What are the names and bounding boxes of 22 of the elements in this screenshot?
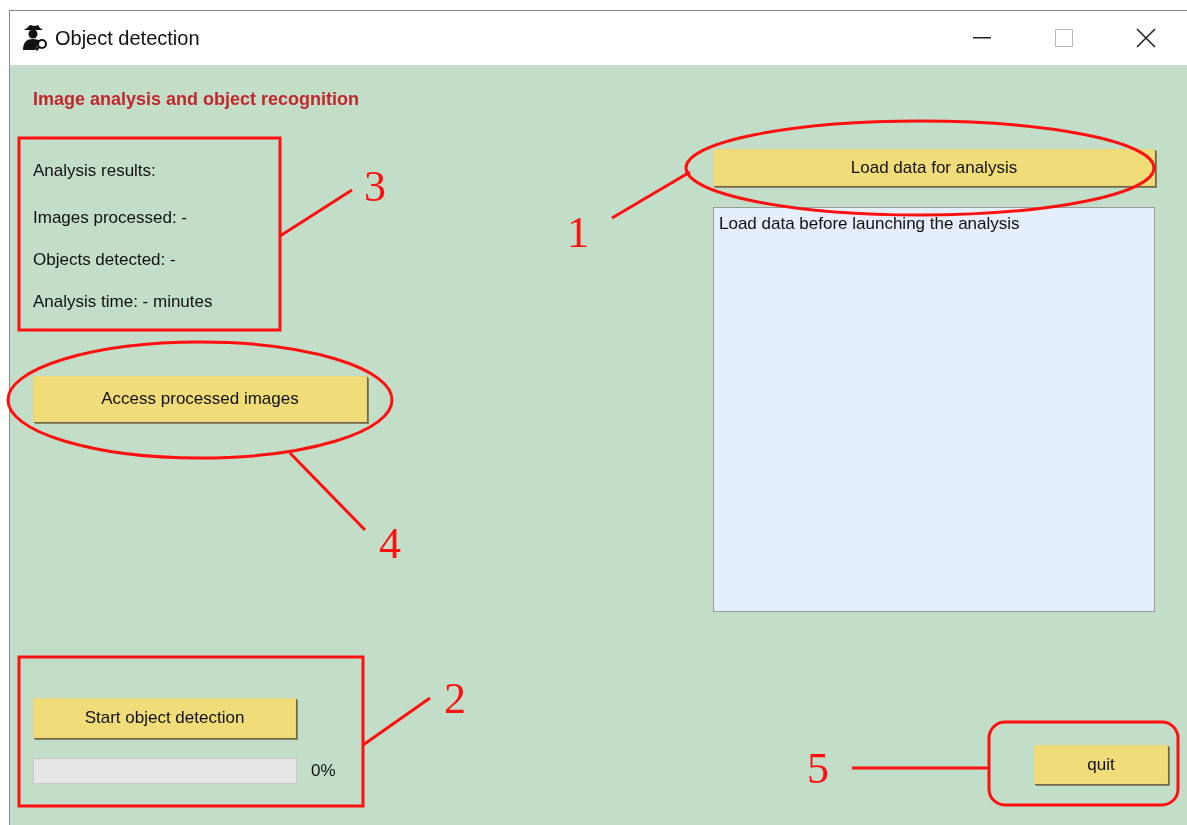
- result-line: Objects detected: -: [33, 250, 177, 270]
- app-heading: Image analysis and object recognition: [33, 89, 360, 109]
- annotation-number: 1: [567, 208, 589, 257]
- result-line: Analysis time: - minutes: [33, 292, 213, 312]
- leader-line: [362, 696, 431, 747]
- maximize-icon: [1055, 29, 1073, 47]
- result-line: Images processed: -: [33, 208, 188, 228]
- close-icon: [1136, 28, 1156, 48]
- minimize-icon: [973, 37, 991, 39]
- window-title: Object detection: [55, 26, 201, 50]
- log-message: Load data before launching the analysis: [719, 214, 1020, 233]
- access-images-button[interactable]: Access processed images: [33, 376, 367, 422]
- annotation-number: 4: [379, 519, 401, 568]
- start-detection-button[interactable]: Start object detection: [33, 698, 296, 738]
- annotation-number: 3: [364, 162, 386, 211]
- load-data-button[interactable]: Load data for analysis: [713, 149, 1155, 186]
- quit-button[interactable]: quit: [1034, 745, 1168, 784]
- detective-icon: [21, 25, 49, 51]
- annotation-number: 2: [444, 674, 466, 723]
- progress-reading: 0%: [311, 761, 336, 781]
- results-title: Analysis results:: [33, 161, 156, 181]
- annotation-number: 5: [807, 744, 829, 793]
